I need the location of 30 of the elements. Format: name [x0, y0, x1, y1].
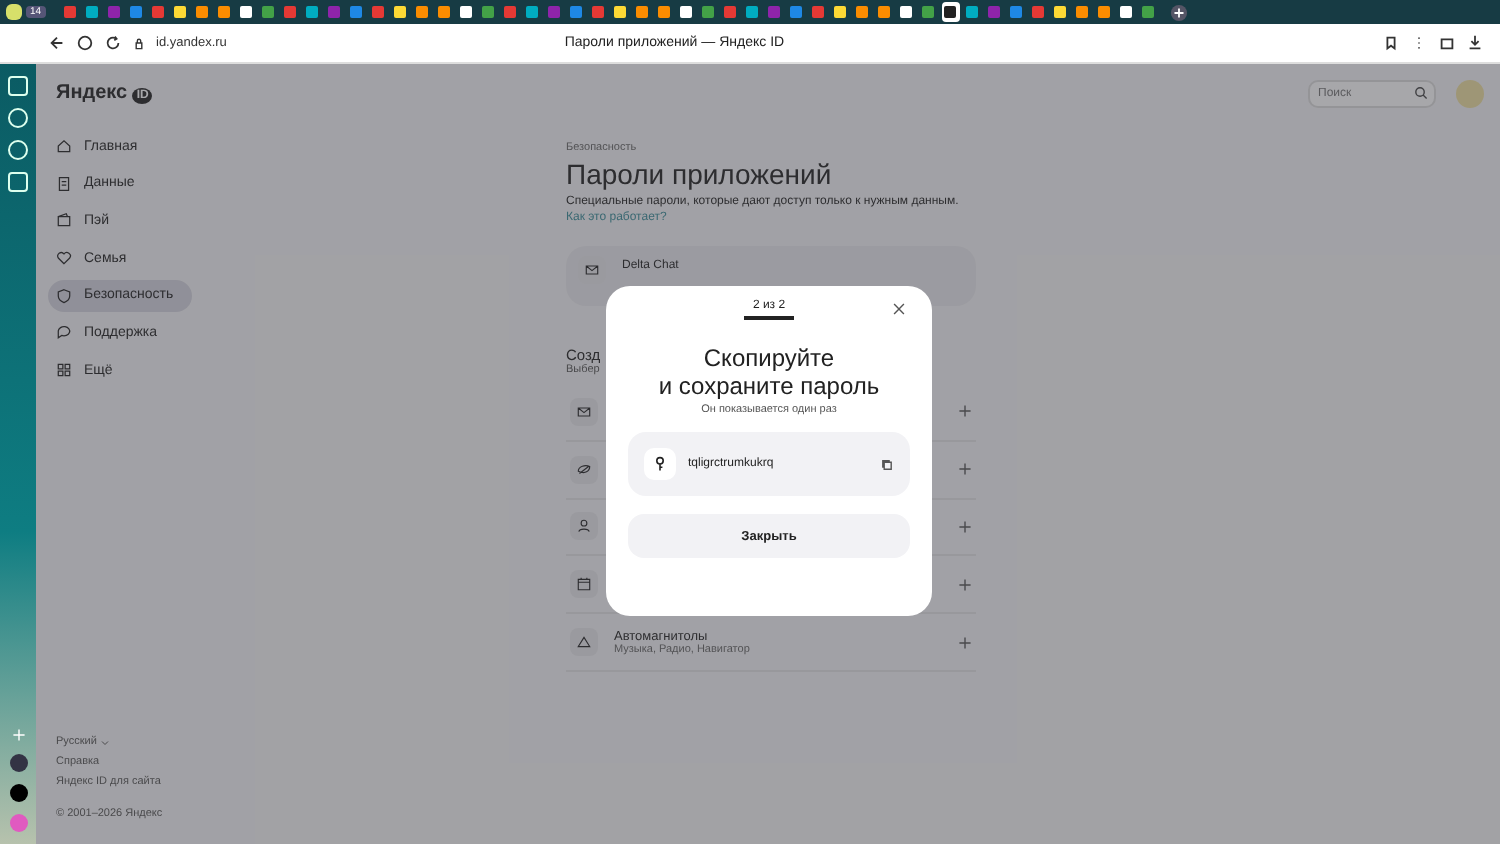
plus-icon[interactable] [958, 462, 972, 477]
document-icon [56, 175, 72, 192]
modal-title: Скопируйте и сохраните пароль [658, 346, 880, 400]
copy-icon[interactable] [880, 457, 894, 471]
chat-icon [56, 324, 72, 341]
plus-icon[interactable] [958, 635, 972, 650]
reload-icon[interactable] [104, 34, 122, 52]
heart-icon [56, 250, 72, 267]
close-icon[interactable] [892, 301, 906, 315]
mail-icon [576, 403, 592, 420]
search-icon[interactable] [1414, 86, 1428, 100]
home-icon [56, 138, 72, 154]
page-heading: Пароли приложений [566, 158, 834, 190]
back-icon[interactable] [48, 34, 66, 52]
triangle-icon [576, 634, 592, 651]
mail-icon [584, 262, 600, 278]
plus-icon[interactable] [958, 519, 972, 534]
new-tab-icon[interactable] [1169, 3, 1188, 21]
grid-icon [56, 362, 72, 379]
bookmark-icon[interactable] [1382, 34, 1400, 52]
wallet-icon [56, 212, 72, 229]
cloud-icon [576, 461, 592, 478]
plus-icon[interactable] [958, 404, 972, 419]
person-icon [576, 518, 592, 535]
profile-icon[interactable] [6, 4, 22, 20]
plus-icon[interactable] [958, 577, 972, 592]
key-icon [652, 456, 668, 472]
lock-icon [132, 36, 146, 50]
download-icon[interactable] [1466, 34, 1484, 52]
extensions-icon[interactable] [1438, 34, 1456, 52]
